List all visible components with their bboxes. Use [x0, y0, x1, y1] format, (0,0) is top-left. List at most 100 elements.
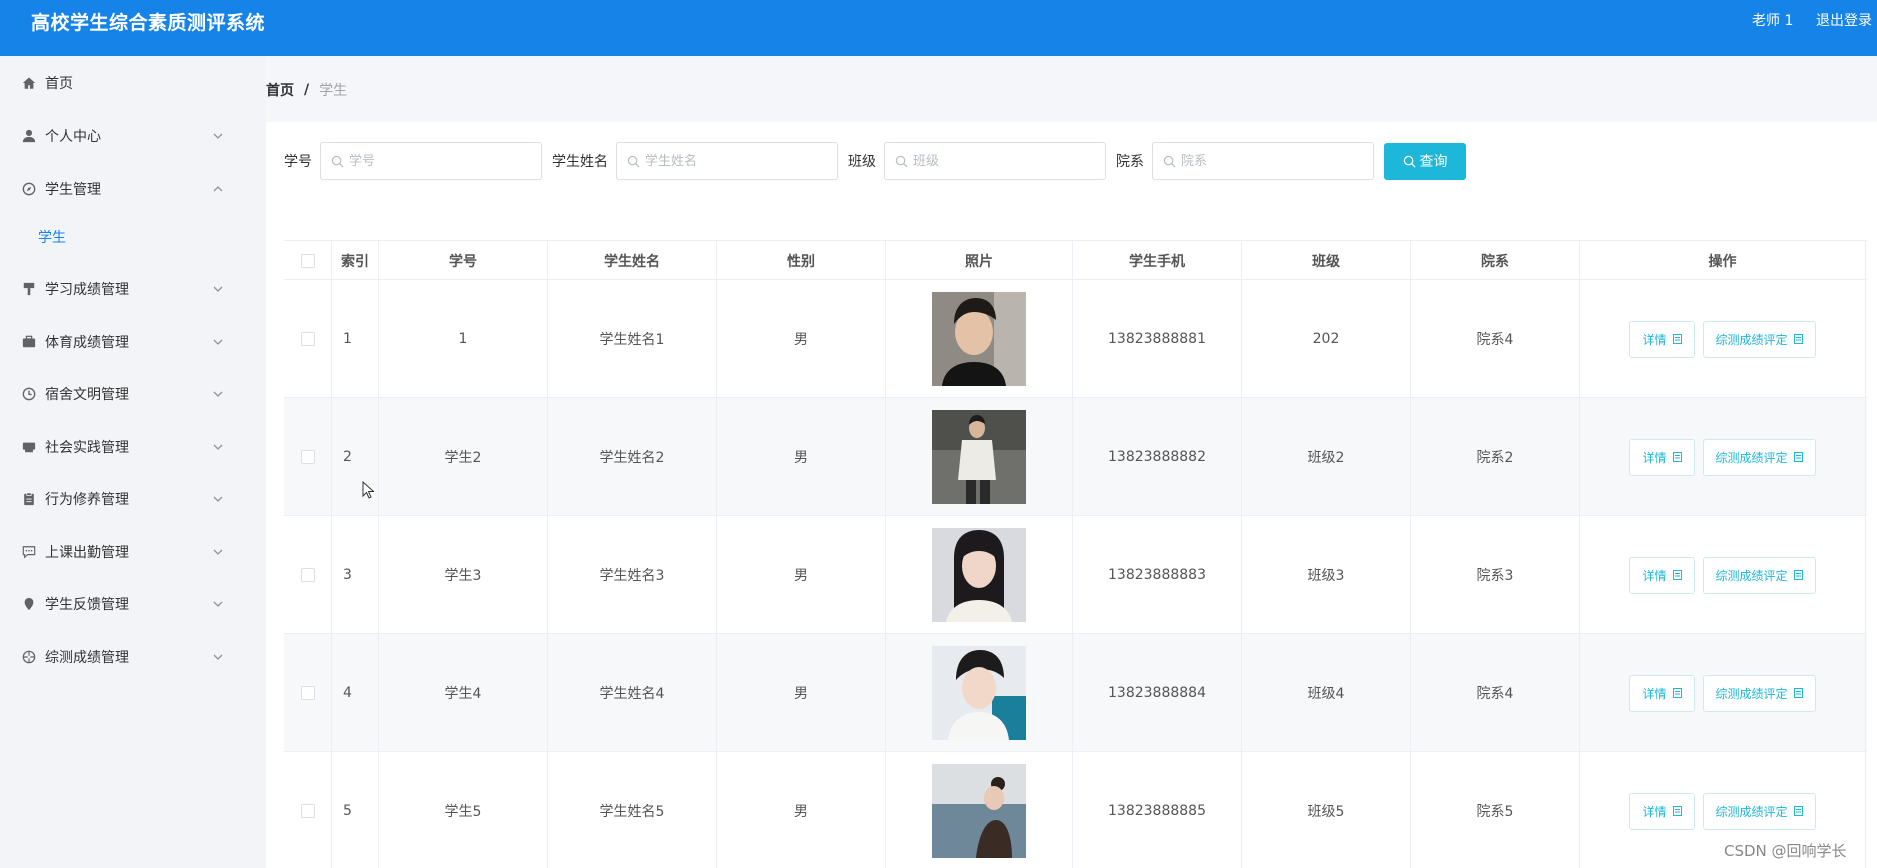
sidebar-item-feedback[interactable]: 学生反馈管理	[0, 582, 265, 626]
detail-button[interactable]: 详情	[1629, 438, 1695, 476]
cell-index: 4	[332, 634, 379, 752]
detail-button-label: 详情	[1642, 450, 1667, 465]
class-input[interactable]	[913, 153, 1093, 169]
cell-class: 班级5	[1242, 752, 1411, 868]
query-button[interactable]: 查询	[1384, 142, 1466, 180]
document-icon	[1672, 806, 1682, 816]
clipboard-icon	[22, 492, 36, 506]
evaluate-button-label: 综测成绩评定	[1715, 450, 1788, 465]
clock-icon	[22, 387, 36, 401]
student-name-input[interactable]	[645, 153, 825, 169]
header-phone: 学生手机	[1073, 241, 1242, 281]
sidebar-item-label: 首页	[45, 76, 73, 92]
cell-class: 202	[1242, 280, 1411, 398]
evaluate-button[interactable]: 综测成绩评定	[1702, 438, 1816, 476]
header-index: 索引	[332, 241, 379, 281]
select-all-checkbox[interactable]	[300, 254, 315, 268]
sidebar-item-attendance[interactable]: 上课出勤管理	[0, 530, 265, 574]
sidebar-item-social-practice[interactable]: 社会实践管理	[0, 425, 265, 469]
sidebar-item-home[interactable]: 首页	[0, 61, 265, 105]
header-operations: 操作	[1580, 241, 1866, 281]
breadcrumb-home[interactable]: 首页	[266, 80, 294, 100]
student-id-input[interactable]	[349, 153, 529, 169]
student-photo[interactable]	[932, 528, 1026, 622]
logout-link[interactable]: 退出登录	[1816, 10, 1872, 30]
search-icon	[331, 155, 344, 167]
chevron-up-icon	[212, 183, 224, 195]
current-user: 老师 1	[1752, 13, 1794, 29]
evaluate-button-label: 综测成绩评定	[1715, 332, 1788, 347]
evaluate-button[interactable]: 综测成绩评定	[1702, 320, 1816, 358]
aperture-icon	[22, 650, 36, 664]
sidebar-subitem-student[interactable]: 学生	[0, 217, 265, 257]
table-row: 3 学生3 学生姓名3 男 13823888883 班级3 院系3 详情 综测成…	[284, 516, 1867, 634]
sidebar-item-label: 个人中心	[45, 129, 101, 145]
printer-icon	[22, 440, 36, 454]
search-field-class	[884, 142, 1106, 180]
briefcase-icon	[22, 335, 36, 349]
evaluate-button[interactable]: 综测成绩评定	[1702, 674, 1816, 712]
sidebar-item-study-scores[interactable]: 学习成绩管理	[0, 267, 265, 311]
row-checkbox[interactable]	[300, 568, 315, 582]
cell-student-id: 学生4	[379, 634, 548, 752]
detail-button-label: 详情	[1642, 568, 1667, 583]
cell-department: 院系5	[1411, 752, 1580, 868]
department-input[interactable]	[1181, 153, 1361, 169]
student-photo[interactable]	[932, 410, 1026, 504]
document-icon	[1672, 570, 1682, 580]
cell-student-name: 学生姓名4	[548, 634, 717, 752]
cell-index: 1	[332, 280, 379, 398]
sidebar-item-composite-scores[interactable]: 综测成绩管理	[0, 635, 265, 679]
cell-photo	[886, 280, 1073, 398]
sidebar-item-label: 行为修养管理	[45, 492, 129, 508]
sidebar-item-dorm-civility[interactable]: 宿舍文明管理	[0, 372, 265, 416]
detail-button[interactable]: 详情	[1629, 556, 1695, 594]
student-photo[interactable]	[932, 646, 1026, 740]
sidebar-item-label: 学习成绩管理	[45, 282, 129, 298]
evaluate-button[interactable]: 综测成绩评定	[1702, 792, 1816, 830]
header-gender: 性别	[717, 241, 886, 281]
sidebar-item-behavior[interactable]: 行为修养管理	[0, 477, 265, 521]
cell-student-id: 1	[379, 280, 548, 398]
sidebar-item-sports-scores[interactable]: 体育成绩管理	[0, 320, 265, 364]
breadcrumb: 首页 / 学生	[266, 80, 347, 100]
search-field-name	[616, 142, 838, 180]
sidebar-item-student-management[interactable]: 学生管理	[0, 167, 265, 211]
sidebar-item-label: 宿舍文明管理	[45, 387, 129, 403]
cell-operations: 详情 综测成绩评定	[1580, 634, 1866, 752]
sidebar-item-personal-center[interactable]: 个人中心	[0, 114, 265, 158]
detail-button[interactable]: 详情	[1629, 792, 1695, 830]
document-icon	[1793, 570, 1803, 580]
row-checkbox[interactable]	[300, 686, 315, 700]
search-label-class: 班级	[848, 154, 876, 170]
sidebar-item-label: 社会实践管理	[45, 440, 129, 456]
sidebar-item-label: 学生反馈管理	[45, 597, 129, 613]
row-checkbox[interactable]	[300, 332, 315, 346]
search-bar: 学号 学生姓名 班级 院系 查询	[284, 141, 1466, 181]
header-photo: 照片	[886, 241, 1073, 281]
row-select-cell	[284, 634, 332, 752]
sidebar-item-label: 学生管理	[45, 182, 101, 198]
student-photo[interactable]	[932, 764, 1026, 858]
cell-photo	[886, 752, 1073, 868]
sidebar: 首页 个人中心 学生管理 学生 学习成绩管理 体育成绩管理 宿舍文明管理 社会实…	[0, 56, 265, 868]
row-checkbox[interactable]	[300, 804, 315, 818]
sidebar-item-label: 体育成绩管理	[45, 335, 129, 351]
header-department: 院系	[1411, 241, 1580, 281]
search-icon	[895, 155, 908, 167]
search-label-id: 学号	[284, 154, 312, 170]
chevron-down-icon	[212, 546, 224, 558]
evaluate-button[interactable]: 综测成绩评定	[1702, 556, 1816, 594]
document-icon	[1793, 334, 1803, 344]
document-icon	[1672, 688, 1682, 698]
student-photo[interactable]	[932, 292, 1026, 386]
chevron-down-icon	[212, 441, 224, 453]
cell-phone: 13823888882	[1073, 398, 1242, 516]
detail-button-label: 详情	[1642, 686, 1667, 701]
sidebar-item-label: 综测成绩管理	[45, 650, 129, 666]
detail-button[interactable]: 详情	[1629, 674, 1695, 712]
detail-button[interactable]: 详情	[1629, 320, 1695, 358]
chat-icon	[22, 545, 36, 559]
top-bar: 高校学生综合素质测评系统 老师 1 退出登录	[0, 0, 1877, 56]
row-checkbox[interactable]	[300, 450, 315, 464]
